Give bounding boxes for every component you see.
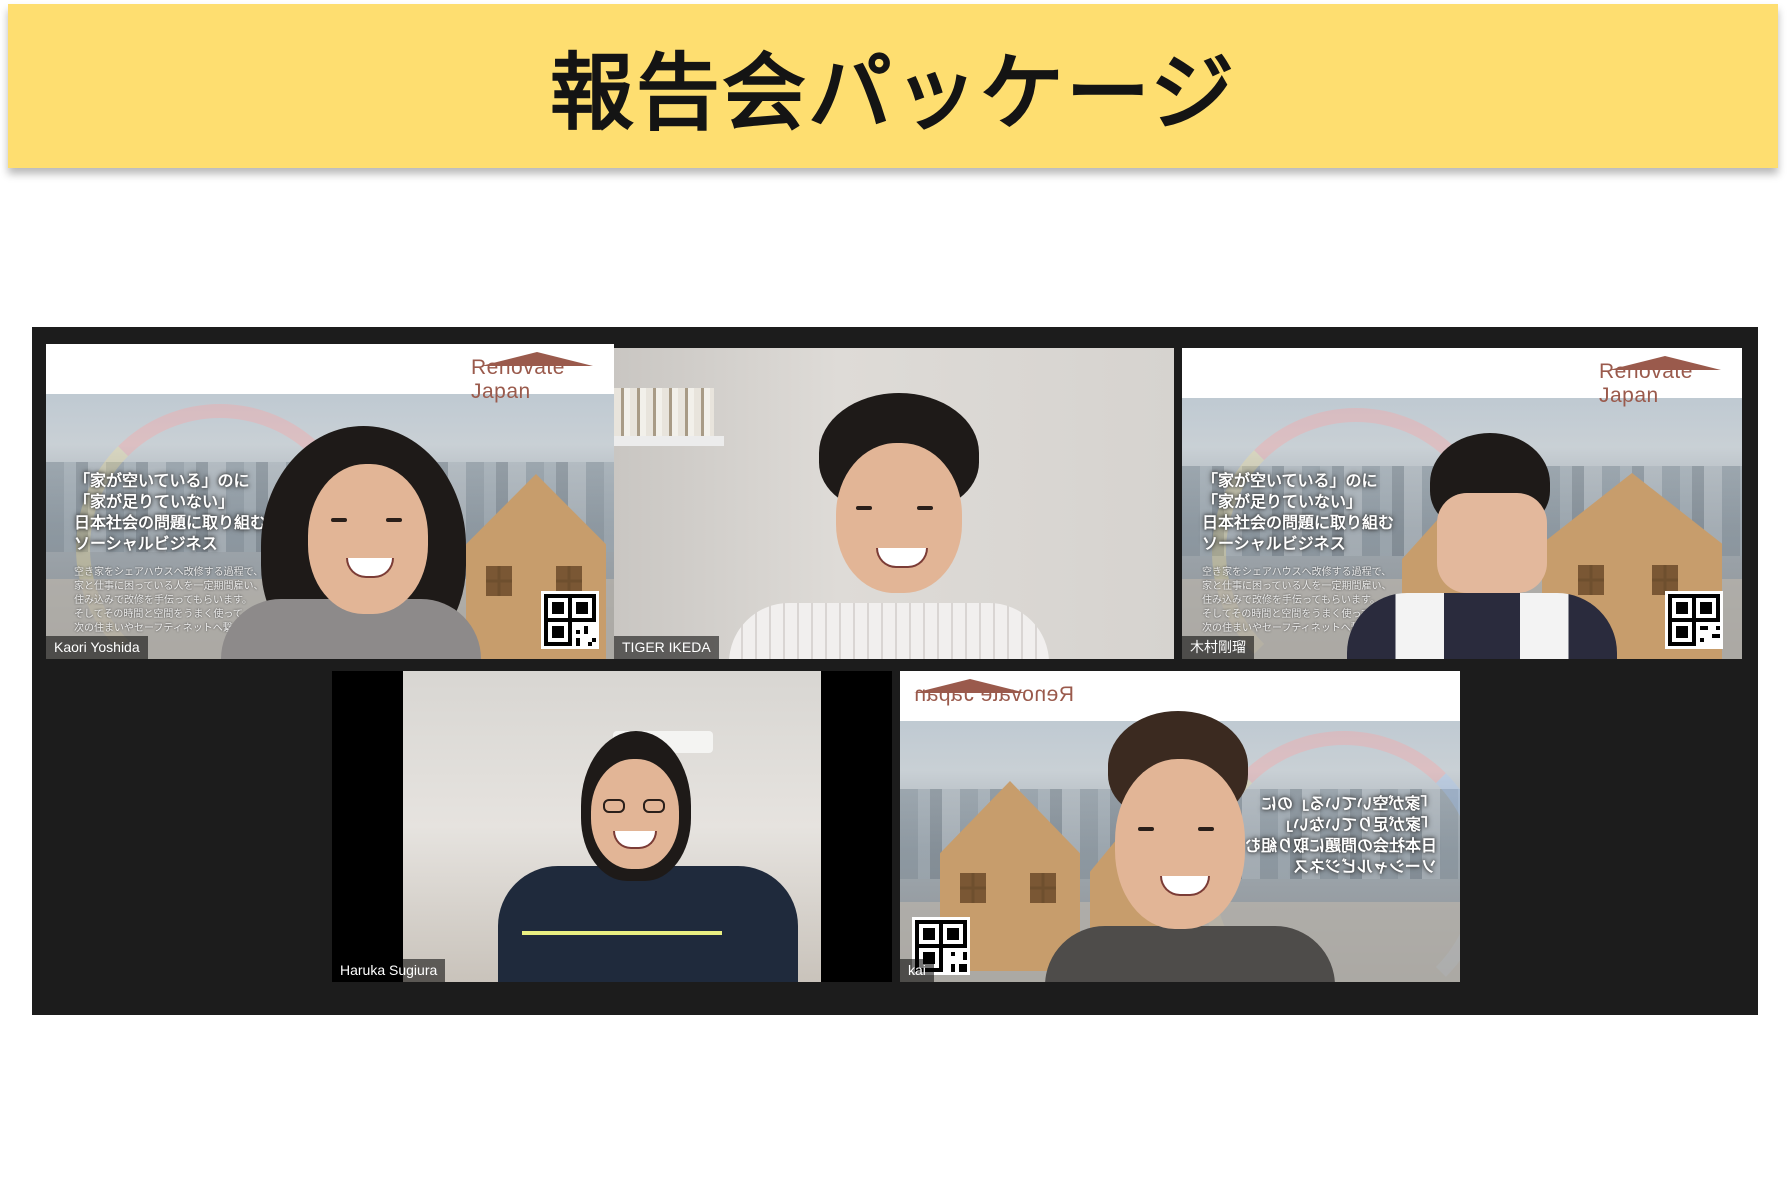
brand-logo: Renovate Japan xyxy=(914,683,1074,706)
brand-logo: Renovate Japan xyxy=(1599,360,1693,407)
participant-name-label: Kaori Yoshida xyxy=(46,636,148,659)
video-tile-kimura[interactable]: Renovate Japan 「家が空いている」のに 「家が足りていない」 日本… xyxy=(1182,348,1742,659)
hands-covering-face xyxy=(1437,493,1547,593)
qr-code-icon xyxy=(1665,591,1723,649)
title-banner: 報告会パッケージ xyxy=(8,4,1778,168)
slogan: 「家が空いている」のに 「家が足りていない」 日本社会の問題に取り組む ソーシャ… xyxy=(1245,794,1438,876)
video-tile-haruka-sugiura[interactable]: Haruka Sugiura xyxy=(332,671,892,982)
participant-name-label: kai xyxy=(900,959,934,982)
bookshelf xyxy=(614,388,714,436)
qr-code-icon xyxy=(541,591,599,649)
video-tile-kaori-yoshida[interactable]: Renovate Japan 「家が空いている」のに 「家が足りていない」 日本… xyxy=(46,344,614,659)
participant-name-label: 木村剛瑠 xyxy=(1182,636,1254,659)
room-camera-view xyxy=(403,671,821,982)
participant-name-label: Haruka Sugiura xyxy=(332,959,446,982)
slogan: 「家が空いている」のに 「家が足りていない」 日本社会の問題に取り組む ソーシャ… xyxy=(74,471,267,553)
video-gallery: Renovate Japan 「家が空いている」のに 「家が足りていない」 日本… xyxy=(32,327,1758,1015)
slogan: 「家が空いている」のに 「家が足りていない」 日本社会の問題に取り組む ソーシャ… xyxy=(1202,471,1395,553)
brand-logo: Renovate Japan xyxy=(471,356,565,403)
wall-shelf xyxy=(614,436,724,446)
video-tile-kai[interactable]: Renovate Japan 「家が空いている」のに 「家が足りていない」 日本… xyxy=(900,671,1460,982)
page-title: 報告会パッケージ xyxy=(549,43,1237,142)
participant-name-label: TIGER IKEDA xyxy=(614,636,719,659)
audio-level-indicator xyxy=(522,931,722,935)
video-tile-tiger-ikeda[interactable]: TIGER IKEDA xyxy=(614,348,1174,659)
